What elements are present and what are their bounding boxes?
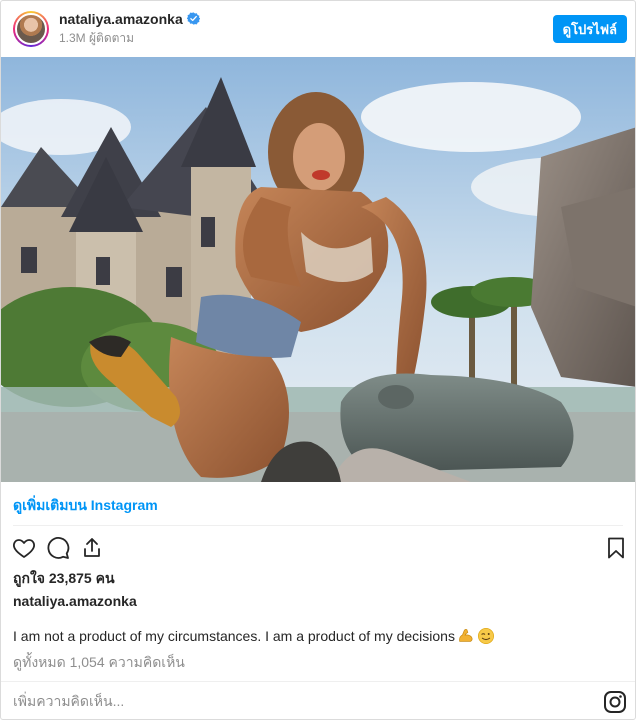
caption-text: I am not a product of my circumstances. … xyxy=(13,628,455,644)
caption: I am not a product of my circumstances. … xyxy=(13,627,495,645)
add-comment-input[interactable]: เพิ่มความคิดเห็น... xyxy=(13,691,124,713)
username-link[interactable]: nataliya.amazonka xyxy=(59,11,183,27)
post-header: nataliya.amazonka 1.3M ผู้ติดตาม ดูโปรไฟ… xyxy=(1,1,635,57)
flexed-biceps-icon xyxy=(459,629,473,642)
heart-icon[interactable] xyxy=(9,533,39,563)
bookmark-icon[interactable] xyxy=(601,533,631,563)
view-profile-button[interactable]: ดูโปรไฟล์ xyxy=(552,15,627,43)
more-on-instagram-link[interactable]: ดูเพิ่มเติมบน Instagram xyxy=(13,495,158,517)
share-icon[interactable] xyxy=(77,533,107,563)
like-count[interactable]: ถูกใจ 23,875 คน xyxy=(13,568,115,590)
post-image[interactable] xyxy=(1,57,635,482)
view-all-comments-link[interactable]: ดูทั้งหมด 1,054 ความคิดเห็น xyxy=(13,652,185,674)
caption-username[interactable]: nataliya.amazonka xyxy=(13,593,137,609)
user-info: nataliya.amazonka 1.3M ผู้ติดตาม xyxy=(59,11,200,48)
divider xyxy=(13,525,623,526)
follower-count: 1.3M ผู้ติดตาม xyxy=(59,30,135,45)
avatar[interactable] xyxy=(13,11,49,47)
verified-badge-icon xyxy=(186,12,200,25)
action-bar xyxy=(9,533,631,563)
instagram-embed-card: nataliya.amazonka 1.3M ผู้ติดตาม ดูโปรไฟ… xyxy=(0,0,636,720)
winking-face-icon xyxy=(477,627,494,645)
comment-icon[interactable] xyxy=(43,533,73,563)
add-comment-bar[interactable]: เพิ่มความคิดเห็น... xyxy=(1,681,635,719)
instagram-logo-icon[interactable] xyxy=(603,690,627,714)
